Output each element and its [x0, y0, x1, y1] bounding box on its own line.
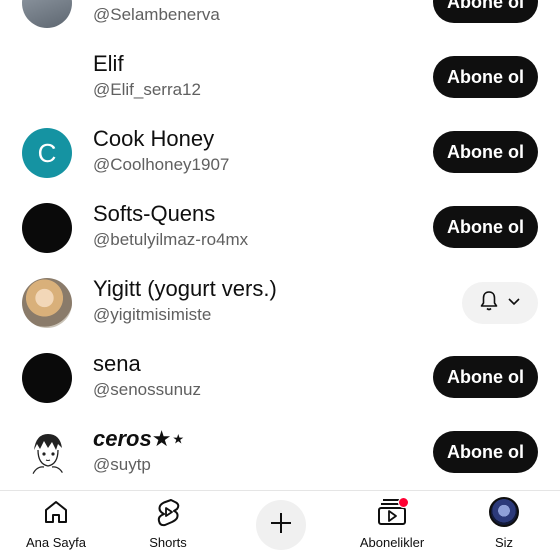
list-item[interactable]: C Cook Honey @Coolhoney1907 Abone ol: [0, 115, 560, 190]
nav-shorts-label: Shorts: [149, 535, 187, 550]
channel-handle: @yigitmisimiste: [93, 305, 212, 324]
channel-handle: @betulyilmaz-ro4mx: [93, 230, 249, 249]
notification-settings-button[interactable]: [462, 282, 538, 324]
nav-you-label: Siz: [494, 535, 514, 550]
list-item[interactable]: Softs-Quens @betulyilmaz-ro4mx Abone ol: [0, 190, 560, 265]
avatar[interactable]: [22, 428, 72, 478]
nav-home-label: Ana Sayfa: [26, 535, 86, 550]
nav-subscriptions[interactable]: Abonelikler: [347, 497, 437, 557]
subscribe-button[interactable]: Abone ol: [433, 356, 538, 398]
list-item[interactable]: ceros★⋆ @suytp Abone ol: [0, 415, 560, 490]
shorts-icon: [153, 497, 183, 527]
account-avatar: [489, 497, 519, 527]
avatar[interactable]: C: [22, 128, 72, 178]
list-item[interactable]: @Selambenerva Abone ol: [0, 0, 560, 40]
bell-icon: [479, 290, 499, 317]
avatar-letter: C: [37, 137, 57, 168]
nav-subscriptions-label: Abonelikler: [359, 535, 425, 550]
bottom-navigation: Ana Sayfa Shorts Abonelikler Siz: [0, 490, 560, 560]
avatar[interactable]: [22, 353, 72, 403]
chevron-down-icon: [507, 294, 521, 312]
channel-handle: @senossunuz: [93, 380, 201, 399]
nav-you[interactable]: Siz: [459, 497, 549, 557]
channel-name[interactable]: Cook Honey: [93, 125, 214, 153]
channel-name[interactable]: Elif: [93, 50, 124, 78]
channel-handle: @Elif_serra12: [93, 80, 201, 99]
anime-drawing-icon: [31, 434, 65, 477]
create-button[interactable]: [256, 500, 306, 550]
channel-handle: @Selambenerva: [93, 5, 220, 24]
channel-handle: @suytp: [93, 455, 151, 474]
subscription-list: @Selambenerva Abone ol Elif @Elif_serra1…: [0, 0, 560, 490]
list-item[interactable]: sena @senossunuz Abone ol: [0, 340, 560, 415]
avatar[interactable]: [22, 0, 72, 28]
avatar[interactable]: [22, 203, 72, 253]
channel-handle: @Coolhoney1907: [93, 155, 230, 174]
plus-icon: [269, 511, 293, 540]
nav-home[interactable]: Ana Sayfa: [11, 497, 101, 557]
subscribe-button[interactable]: Abone ol: [433, 0, 538, 23]
channel-name[interactable]: Yigitt (yogurt vers.): [93, 275, 277, 303]
subscribe-button[interactable]: Abone ol: [433, 431, 538, 473]
avatar[interactable]: [22, 278, 72, 328]
list-item[interactable]: Yigitt (yogurt vers.) @yigitmisimiste: [0, 265, 560, 340]
channel-name[interactable]: sena: [93, 350, 141, 378]
home-icon: [41, 497, 71, 527]
channel-name[interactable]: ceros★⋆: [93, 425, 185, 453]
notification-dot: [398, 497, 409, 508]
profile-avatar: [489, 497, 519, 527]
subscribe-button[interactable]: Abone ol: [433, 56, 538, 98]
subscribe-button[interactable]: Abone ol: [433, 131, 538, 173]
nav-shorts[interactable]: Shorts: [123, 497, 213, 557]
list-item[interactable]: Elif @Elif_serra12 Abone ol: [0, 40, 560, 115]
subscribe-button[interactable]: Abone ol: [433, 206, 538, 248]
channel-name[interactable]: Softs-Quens: [93, 200, 215, 228]
